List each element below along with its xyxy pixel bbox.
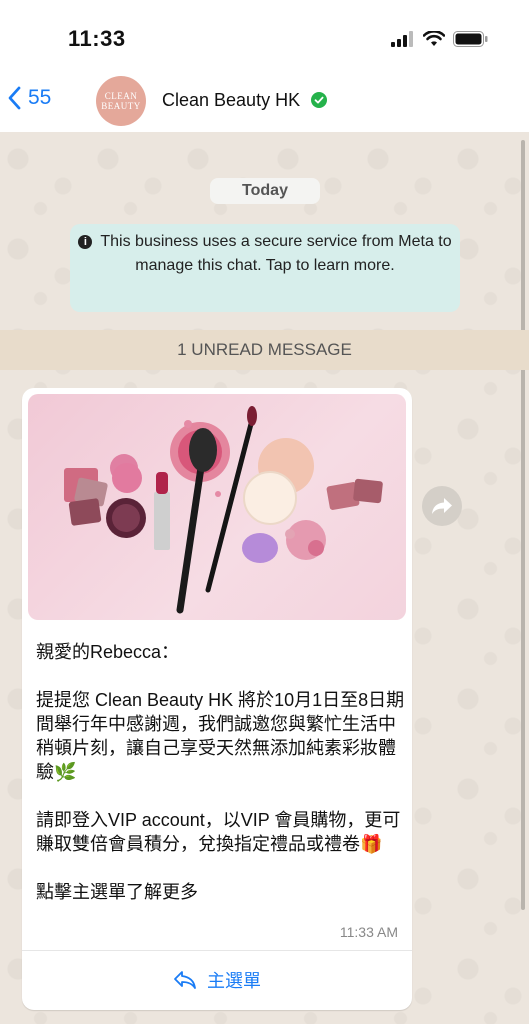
status-icons bbox=[391, 28, 489, 50]
avatar-logo-line1: CLEAN bbox=[104, 91, 138, 101]
secure-notice-text: This business uses a secure service from… bbox=[100, 233, 452, 274]
chevron-left-icon bbox=[8, 86, 21, 110]
forward-button[interactable] bbox=[422, 486, 462, 526]
avatar[interactable]: CLEAN BEAUTY bbox=[96, 76, 146, 126]
message-bubble[interactable]: 親愛的Rebecca： 提提您 Clean Beauty HK 將於10月1日至… bbox=[22, 388, 412, 1010]
scrollbar[interactable] bbox=[521, 140, 525, 910]
unread-banner: 1 UNREAD MESSAGE bbox=[0, 330, 529, 370]
message-timestamp: 11:33 AM bbox=[339, 924, 398, 940]
wifi-icon bbox=[423, 31, 445, 46]
reply-icon bbox=[174, 970, 196, 989]
verified-badge-icon bbox=[311, 92, 327, 108]
battery-icon bbox=[453, 31, 488, 47]
status-bar: 11:33 bbox=[0, 0, 529, 70]
cosmetics-illustration bbox=[64, 406, 383, 614]
chat-header: 55 CLEAN BEAUTY Clean Beauty HK bbox=[0, 70, 529, 133]
forward-icon bbox=[432, 498, 452, 514]
secure-service-notice[interactable]: i This business uses a secure service fro… bbox=[70, 224, 460, 312]
back-button[interactable]: 55 bbox=[8, 86, 51, 110]
info-icon: i bbox=[78, 235, 93, 249]
chat-title[interactable]: Clean Beauty HK bbox=[162, 90, 300, 111]
main-menu-button[interactable]: 主選單 bbox=[22, 951, 412, 1008]
avatar-logo-line2: BEAUTY bbox=[101, 101, 141, 111]
message-text[interactable]: 親愛的Rebecca： 提提您 Clean Beauty HK 將於10月1日至… bbox=[36, 640, 408, 904]
status-time: 11:33 bbox=[68, 26, 126, 51]
date-separator: Today bbox=[210, 178, 320, 204]
message-image[interactable] bbox=[28, 394, 406, 620]
unread-count: 55 bbox=[28, 86, 52, 109]
signal-icon bbox=[391, 31, 413, 47]
main-menu-label: 主選單 bbox=[207, 970, 261, 991]
